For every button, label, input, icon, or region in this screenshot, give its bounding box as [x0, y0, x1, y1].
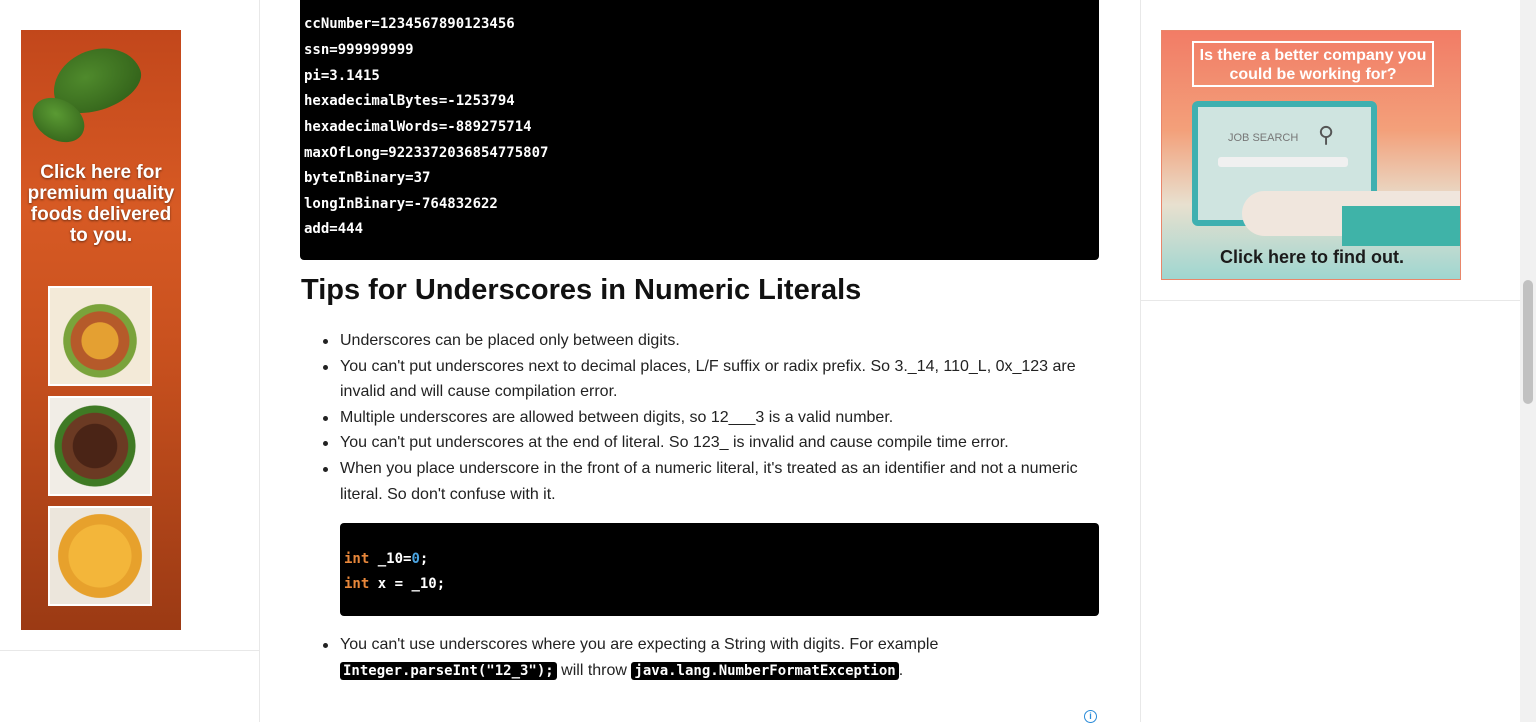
sleeve-image — [1342, 206, 1460, 246]
code-line: hexadecimalWords=-889275714 — [304, 119, 532, 135]
code-text: x = _10; — [369, 576, 446, 592]
page-scrollbar[interactable] — [1520, 0, 1536, 722]
list-item: When you place underscore in the front o… — [320, 456, 1080, 507]
job-search-label: JOB SEARCH — [1228, 132, 1299, 144]
code-line: longInBinary=-764832622 — [304, 196, 498, 212]
code-text: ; — [419, 551, 429, 567]
article-content: ccNumber=1234567890123456 ssn=999999999 … — [260, 0, 1140, 723]
code-line: add=444 — [304, 221, 364, 237]
section-heading: Tips for Underscores in Numeric Literals — [301, 274, 862, 306]
code-line: int _10=0; — [344, 551, 428, 573]
code-line: ccNumber=1234567890123456 — [304, 16, 515, 32]
scrollbar-thumb[interactable] — [1523, 280, 1533, 404]
inline-code: java.lang.NumberFormatException — [631, 662, 899, 680]
code-example-block: int _10=0; int x = _10; — [340, 523, 1099, 616]
search-bar-image — [1218, 157, 1348, 167]
list-item-text: . — [898, 662, 904, 679]
code-text: _10= — [369, 551, 412, 567]
code-line: int x = _10; — [344, 576, 445, 598]
tips-list: Underscores can be placed only between d… — [320, 328, 1080, 507]
sidebar-divider — [0, 650, 259, 651]
code-line: ssn=999999999 — [304, 42, 414, 58]
tips-list-continued: You can't use underscores where you are … — [320, 632, 1080, 684]
magnifier-icon: ⚲ — [1318, 122, 1335, 147]
job-ad-cta: Click here to find out. — [1219, 247, 1404, 267]
left-sidebar: Click here for premium quality foods del… — [0, 0, 260, 722]
code-line: pi=3.1415 — [304, 68, 380, 84]
inline-code: Integer.parseInt("12_3"); — [340, 662, 557, 680]
list-item: You can't put underscores at the end of … — [320, 430, 1080, 456]
sidebar-divider — [1141, 300, 1521, 301]
food-image-vegetables — [48, 286, 152, 386]
list-item: Underscores can be placed only between d… — [320, 328, 1080, 354]
food-ad-text: Click here for premium quality foods del… — [27, 162, 175, 246]
list-item: Multiple underscores are allowed between… — [320, 405, 1080, 431]
ad-info-icon[interactable]: i — [1084, 710, 1097, 723]
job-ad-banner[interactable]: Is there a better company you could be w… — [1161, 30, 1461, 280]
list-item-text: You can't use underscores where you are … — [340, 636, 939, 653]
list-item: You can't put underscores next to decima… — [320, 354, 1080, 405]
list-item-text: will throw — [556, 662, 632, 679]
right-sidebar: Is there a better company you could be w… — [1140, 0, 1521, 722]
code-keyword: int — [344, 576, 370, 592]
code-keyword: int — [344, 551, 370, 567]
food-ad-banner[interactable]: Click here for premium quality foods del… — [21, 30, 181, 630]
food-image-beef — [48, 396, 152, 496]
code-output-block: ccNumber=1234567890123456 ssn=999999999 … — [300, 0, 1099, 260]
code-line: hexadecimalBytes=-1253794 — [304, 93, 515, 109]
food-image-mac-cheese — [48, 506, 152, 606]
list-item: You can't use underscores where you are … — [320, 632, 1080, 684]
code-number: 0 — [411, 551, 420, 567]
code-line: byteInBinary=37 — [304, 170, 431, 186]
job-ad-headline: Is there a better company you could be w… — [1192, 41, 1434, 87]
code-line: maxOfLong=9223372036854775807 — [304, 145, 549, 161]
